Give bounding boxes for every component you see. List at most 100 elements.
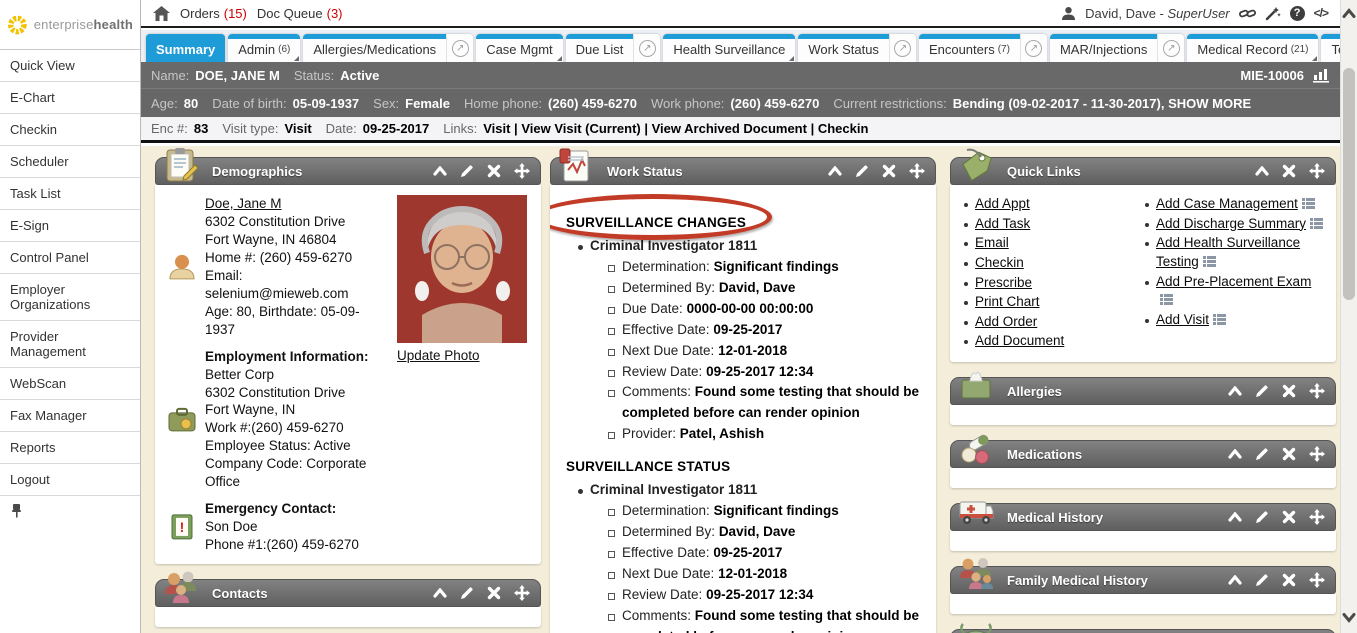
move-button[interactable]	[1309, 163, 1325, 179]
close-button[interactable]	[1282, 447, 1296, 461]
open-in-new-button[interactable]: ↗	[633, 34, 660, 62]
page-scrollbar[interactable]	[1340, 0, 1357, 633]
close-button[interactable]	[1282, 164, 1296, 178]
add-task-link[interactable]: Add Task	[975, 216, 1030, 231]
chart-icon[interactable]	[1312, 68, 1330, 83]
collapse-button[interactable]	[433, 588, 447, 598]
tab-health-surveillance[interactable]: Health Surveillance	[663, 34, 795, 62]
edit-button[interactable]	[460, 586, 474, 600]
edit-button[interactable]	[460, 164, 474, 178]
email-link[interactable]: Email	[975, 235, 1009, 250]
view-visit-current-link[interactable]: View Visit (Current)	[521, 121, 651, 136]
brand-logo[interactable]: enterprisehealth	[0, 0, 140, 50]
collapse-button[interactable]	[828, 166, 842, 176]
move-button[interactable]	[1309, 383, 1325, 399]
close-button[interactable]	[487, 164, 501, 178]
open-in-new-button[interactable]: ↗	[1020, 34, 1047, 62]
list-grid-icon[interactable]	[1160, 294, 1173, 305]
panel-header[interactable]: Surgeries/Procedures	[950, 629, 1336, 633]
tab-work-status[interactable]: Work Status ↗	[798, 34, 916, 62]
collapse-button[interactable]	[1228, 449, 1242, 459]
move-button[interactable]	[514, 585, 530, 601]
user-menu[interactable]: David, Dave - SuperUser	[1085, 6, 1230, 21]
panel-header[interactable]: Medications	[950, 440, 1336, 468]
tab-mar-injections[interactable]: MAR/Injections ↗	[1050, 34, 1184, 62]
tab-due-list[interactable]: Due List ↗	[566, 34, 661, 62]
update-photo-link[interactable]: Update Photo	[397, 348, 480, 363]
sidebar-item-e-chart[interactable]: E-Chart	[0, 82, 140, 114]
add-visit-link[interactable]: Add Visit	[1156, 312, 1209, 327]
open-in-new-button[interactable]: ↗	[1157, 34, 1184, 62]
tab-summary[interactable]: Summary	[146, 34, 225, 62]
close-button[interactable]	[882, 164, 896, 178]
home-button[interactable]	[153, 6, 170, 21]
link-icon[interactable]	[1239, 6, 1256, 21]
list-grid-icon[interactable]	[1302, 198, 1315, 209]
sidebar-item-webscan[interactable]: WebScan	[0, 368, 140, 400]
collapse-button[interactable]	[433, 166, 447, 176]
add-discharge-summary-link[interactable]: Add Discharge Summary	[1156, 216, 1306, 231]
sidebar-item-employer-organizations[interactable]: Employer Organizations	[0, 274, 140, 321]
collapse-button[interactable]	[1228, 386, 1242, 396]
checkin-link[interactable]: Checkin	[975, 255, 1024, 270]
tab-case-mgmt[interactable]: Case Mgmt	[476, 34, 562, 62]
edit-button[interactable]	[855, 164, 869, 178]
sidebar-item-reports[interactable]: Reports	[0, 432, 140, 464]
add-health-surveillance-testing-link[interactable]: Add Health Surveillance Testing	[1156, 235, 1300, 269]
close-button[interactable]	[487, 586, 501, 600]
tab-allergies-medications[interactable]: Allergies/Medications ↗	[303, 34, 473, 62]
sidebar-item-logout[interactable]: Logout	[0, 464, 140, 496]
sidebar-item-control-panel[interactable]: Control Panel	[0, 242, 140, 274]
add-pre-placement-exam-link[interactable]: Add Pre-Placement Exam	[1156, 274, 1311, 289]
panel-header[interactable]: Quick Links	[950, 157, 1336, 185]
list-grid-icon[interactable]	[1203, 256, 1216, 267]
panel-header[interactable]: Allergies	[950, 377, 1336, 405]
open-in-new-button[interactable]: ↗	[889, 34, 916, 62]
panel-header[interactable]: Contacts	[155, 579, 541, 607]
move-button[interactable]	[909, 163, 925, 179]
tab-admin[interactable]: Admin (6)	[228, 34, 300, 62]
add-document-link[interactable]: Add Document	[975, 333, 1064, 348]
sidebar-item-task-list[interactable]: Task List	[0, 178, 140, 210]
panel-header[interactable]: Medical History	[950, 503, 1336, 531]
print-chart-link[interactable]: Print Chart	[975, 294, 1040, 309]
collapse-button[interactable]	[1228, 575, 1242, 585]
edit-button[interactable]	[1255, 510, 1269, 524]
sidebar-item-fax-manager[interactable]: Fax Manager	[0, 400, 140, 432]
list-grid-icon[interactable]	[1310, 218, 1323, 229]
panel-header[interactable]: Demographics	[155, 157, 541, 185]
panel-header[interactable]: Work Status	[550, 157, 936, 185]
move-button[interactable]	[1309, 509, 1325, 525]
code-icon[interactable]: </>	[1314, 6, 1328, 20]
scroll-down-button[interactable]	[1342, 611, 1356, 626]
collapse-button[interactable]	[1228, 512, 1242, 522]
visit-link[interactable]: Visit	[483, 121, 521, 136]
pin-sidebar-button[interactable]	[0, 496, 140, 528]
edit-button[interactable]	[1255, 447, 1269, 461]
sidebar-item-scheduler[interactable]: Scheduler	[0, 146, 140, 178]
checkin-link[interactable]: Checkin	[818, 121, 869, 136]
doc-queue-link[interactable]: Doc Queue (3)	[257, 6, 343, 21]
add-appt-link[interactable]: Add Appt	[975, 196, 1030, 211]
collapse-button[interactable]	[1255, 166, 1269, 176]
panel-header[interactable]: Family Medical History	[950, 566, 1336, 594]
orders-link[interactable]: Orders (15)	[180, 6, 247, 21]
move-button[interactable]	[1309, 572, 1325, 588]
close-button[interactable]	[1282, 573, 1296, 587]
list-grid-icon[interactable]	[1213, 314, 1226, 325]
close-button[interactable]	[1282, 384, 1296, 398]
add-order-link[interactable]: Add Order	[975, 314, 1037, 329]
view-archived-document-link[interactable]: View Archived Document	[652, 121, 818, 136]
close-button[interactable]	[1282, 510, 1296, 524]
move-button[interactable]	[514, 163, 530, 179]
patient-name-link[interactable]: Doe, Jane M	[205, 195, 389, 213]
sidebar-item-provider-management[interactable]: Provider Management	[0, 321, 140, 368]
edit-button[interactable]	[1255, 384, 1269, 398]
scrollbar-thumb[interactable]	[1343, 68, 1355, 300]
open-in-new-button[interactable]: ↗	[446, 34, 473, 62]
sidebar-item-quick-view[interactable]: Quick View	[0, 50, 140, 82]
sidebar-item-e-sign[interactable]: E-Sign	[0, 210, 140, 242]
tab-medical-record[interactable]: Medical Record (21)	[1187, 34, 1318, 62]
scroll-up-button[interactable]	[1342, 7, 1356, 22]
wand-icon[interactable]	[1265, 6, 1281, 21]
